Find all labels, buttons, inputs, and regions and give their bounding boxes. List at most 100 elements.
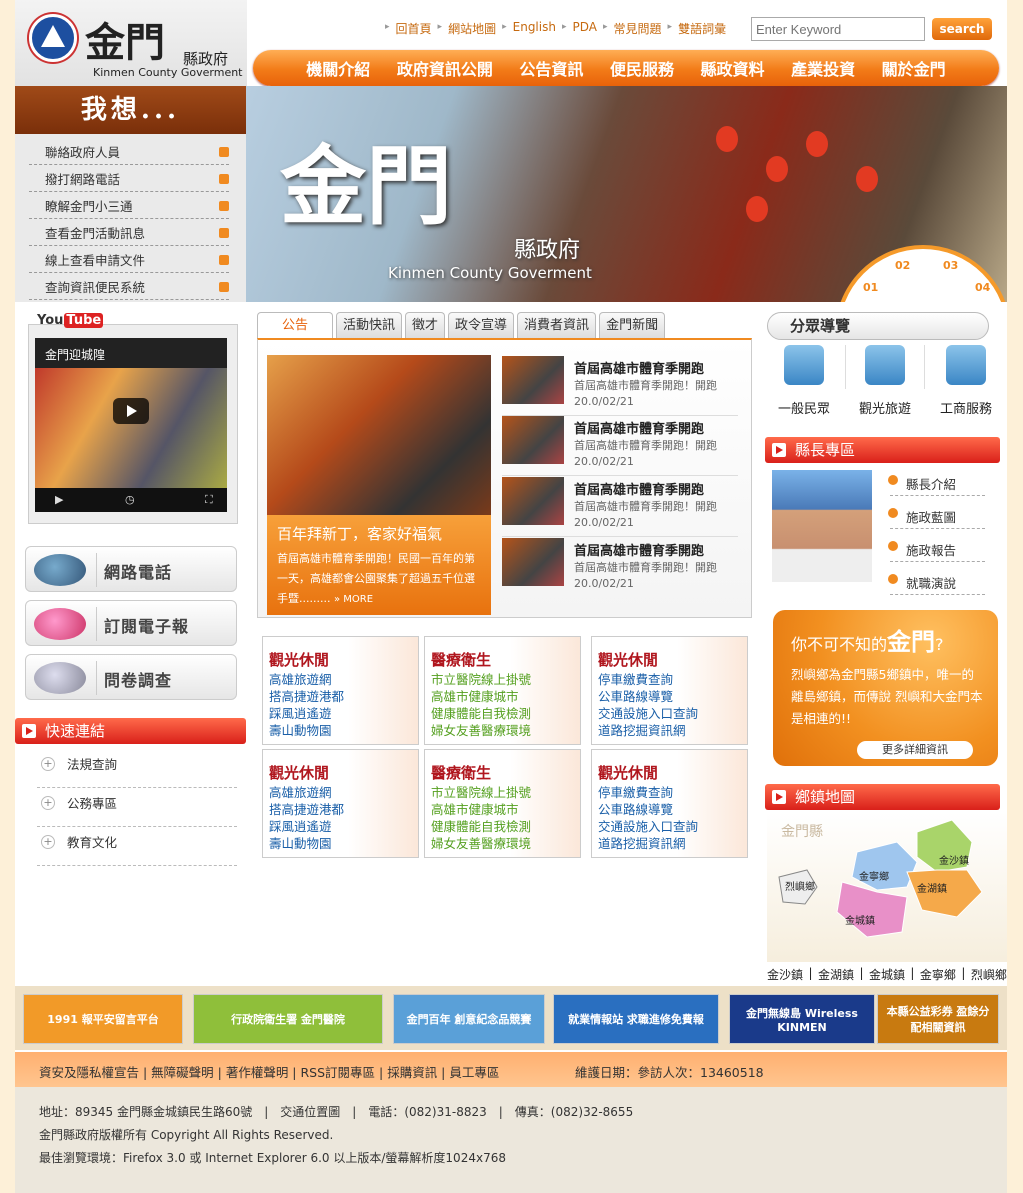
- tab-announce[interactable]: 公告: [257, 312, 333, 338]
- nav-item-agency[interactable]: 機關介紹: [306, 56, 370, 80]
- mayor-link[interactable]: 施政藍圖: [888, 505, 985, 529]
- guide-business[interactable]: 工商服務: [935, 345, 997, 419]
- county-emblem-icon: [29, 14, 77, 62]
- tab-kinmen-news[interactable]: 金門新聞: [599, 312, 666, 338]
- category-link[interactable]: 停車繳費查詢: [598, 784, 673, 801]
- toplink-english[interactable]: English: [513, 20, 556, 37]
- nav-item-county-data[interactable]: 縣政資料: [701, 56, 765, 80]
- toplink-home[interactable]: 回首頁: [396, 20, 432, 37]
- slide-3[interactable]: 03: [943, 259, 958, 272]
- feature-image[interactable]: [267, 355, 491, 515]
- town-link[interactable]: 金沙鎮: [767, 966, 803, 983]
- town-link[interactable]: 烈嶼鄉: [971, 966, 1007, 983]
- ad-banner[interactable]: 就業情報站 求職進修免費報: [553, 994, 719, 1044]
- mayor-link[interactable]: 施政報告: [888, 538, 985, 562]
- feature-title[interactable]: 百年拜新丁，客家好福氣: [277, 523, 442, 544]
- ad-banner[interactable]: 1991 報平安留言平台: [23, 994, 183, 1044]
- nav-item-investment[interactable]: 產業投資: [791, 56, 855, 80]
- footer-links[interactable]: 資安及隱私權宣告 | 無障礙聲明 | 著作權聲明 | RSS訂閱專區 | 採購資…: [39, 1062, 499, 1081]
- news-item[interactable]: 首屆高雄市體育季開跑 首屆高雄市體育季開跑！開跑 20.0/02/21: [502, 477, 738, 537]
- category-link[interactable]: 道路挖掘資訊網: [598, 722, 686, 739]
- search-button[interactable]: search: [932, 18, 992, 40]
- category-link[interactable]: 公車路線導覽: [598, 688, 673, 705]
- want-item[interactable]: 查詢資訊便民系統: [29, 273, 229, 300]
- want-item[interactable]: 撥打網路電話: [29, 165, 229, 192]
- tab-events[interactable]: 活動快訊: [336, 312, 403, 338]
- news-item[interactable]: 首屆高雄市體育季開跑 首屆高雄市體育季開跑！開跑 20.0/02/21: [502, 538, 738, 598]
- play-icon[interactable]: [113, 398, 149, 424]
- township-map[interactable]: 金門縣 烈嶼鄉 金寧鄉 金沙鎮 金湖鎮 金城鎮: [767, 812, 1007, 962]
- search-input[interactable]: [751, 17, 925, 41]
- survey-button[interactable]: 問卷調查: [25, 654, 237, 700]
- tab-policy[interactable]: 政令宣導: [448, 312, 515, 338]
- web-phone-button[interactable]: 網路電話: [25, 546, 237, 592]
- quick-link[interactable]: + 法規查詢: [37, 750, 237, 788]
- more-info-button[interactable]: 更多詳細資訊: [857, 741, 973, 759]
- category-link[interactable]: 高雄旅遊網: [269, 671, 332, 688]
- category-link[interactable]: 交通設施入口查詢: [598, 818, 698, 835]
- fullscreen-icon[interactable]: ⛶: [205, 493, 213, 507]
- nav-item-services[interactable]: 便民服務: [610, 56, 674, 80]
- category-link[interactable]: 高雄旅遊網: [269, 784, 332, 801]
- nav-item-about[interactable]: 關於金門: [882, 56, 946, 80]
- category-link[interactable]: 公車路線導覽: [598, 801, 673, 818]
- ad-banner[interactable]: 金門百年 創意紀念品競賽: [393, 994, 545, 1044]
- category-link[interactable]: 婦女友善醫療環境: [431, 722, 531, 739]
- category-link[interactable]: 壽山動物園: [269, 835, 332, 852]
- category-link[interactable]: 市立醫院線上掛號: [431, 784, 531, 801]
- slide-2[interactable]: 02: [895, 259, 910, 272]
- slide-1[interactable]: 01: [863, 281, 878, 294]
- guide-citizen[interactable]: 一般民眾: [773, 345, 835, 419]
- quick-link[interactable]: + 教育文化: [37, 828, 237, 866]
- guide-tourism[interactable]: 觀光旅遊: [854, 345, 916, 419]
- map-label-lieyu: 烈嶼鄉: [785, 880, 815, 893]
- category-link[interactable]: 踩風逍遙遊: [269, 818, 332, 835]
- want-item[interactable]: 查看金門活動訊息: [29, 219, 229, 246]
- toplink-sitemap[interactable]: 網站地圖: [448, 20, 496, 37]
- town-link[interactable]: 金寧鄉: [920, 966, 956, 983]
- town-link[interactable]: 金湖鎮: [818, 966, 854, 983]
- category-link[interactable]: 市立醫院線上掛號: [431, 671, 531, 688]
- more-link[interactable]: » MORE: [334, 594, 373, 605]
- site-logo[interactable]: 金門 縣政府 Kinmen County Goverment: [15, 0, 247, 86]
- category-link[interactable]: 健康體能自我檢測: [431, 818, 531, 835]
- ad-banner[interactable]: 金門無線島 Wireless KINMEN: [729, 994, 875, 1044]
- category-link[interactable]: 壽山動物園: [269, 722, 332, 739]
- news-item[interactable]: 首屆高雄市體育季開跑 首屆高雄市體育季開跑！開跑 20.0/02/21: [502, 416, 738, 476]
- category-link[interactable]: 健康體能自我檢測: [431, 705, 531, 722]
- want-item[interactable]: 聯絡政府人員: [29, 138, 229, 165]
- category-link[interactable]: 搭高捷遊港都: [269, 801, 344, 818]
- news-thumbnail: [502, 356, 564, 404]
- play-small-icon[interactable]: ▶: [55, 493, 63, 506]
- category-link[interactable]: 停車繳費查詢: [598, 671, 673, 688]
- nav-item-announcements[interactable]: 公告資訊: [519, 56, 583, 80]
- category-link[interactable]: 交通設施入口查詢: [598, 705, 698, 722]
- category-link[interactable]: 婦女友善醫療環境: [431, 835, 531, 852]
- category-link[interactable]: 道路挖掘資訊網: [598, 835, 686, 852]
- quick-link[interactable]: + 公務專區: [37, 789, 237, 827]
- tab-jobs[interactable]: 徵才: [405, 312, 446, 338]
- news-item[interactable]: 首屆高雄市體育季開跑 首屆高雄市體育季開跑！開跑 20.0/02/21: [502, 356, 738, 416]
- mayor-header: 縣長專區: [765, 437, 1000, 463]
- want-item[interactable]: 瞭解金門小三通: [29, 192, 229, 219]
- ad-banner[interactable]: 本縣公益彩券 盈餘分配相關資訊: [877, 994, 999, 1044]
- youtube-video[interactable]: 金門迎城隍 ▶ ◷ ⛶: [35, 338, 227, 512]
- toplink-glossary[interactable]: 雙語詞彙: [678, 20, 726, 37]
- want-item[interactable]: 線上查看申請文件: [29, 246, 229, 273]
- category-link[interactable]: 踩風逍遙遊: [269, 705, 332, 722]
- town-link[interactable]: 金城鎮: [869, 966, 905, 983]
- category-link[interactable]: 高雄市健康城市: [431, 801, 519, 818]
- nav-item-open-info[interactable]: 政府資訊公開: [397, 56, 493, 80]
- mayor-link[interactable]: 就職演說: [888, 571, 985, 595]
- category-link[interactable]: 高雄市健康城市: [431, 688, 519, 705]
- category-link[interactable]: 搭高捷遊港都: [269, 688, 344, 705]
- mayor-link[interactable]: 縣長介紹: [888, 472, 985, 496]
- ad-banner[interactable]: 行政院衛生署 金門醫院: [193, 994, 383, 1044]
- clock-icon[interactable]: ◷: [125, 493, 135, 506]
- toplink-pda[interactable]: PDA: [573, 20, 597, 37]
- subscribe-epaper-button[interactable]: 訂閱電子報: [25, 600, 237, 646]
- slide-4[interactable]: 04: [975, 281, 990, 294]
- category-title: 醫療衛生: [431, 651, 492, 669]
- toplink-faq[interactable]: 常見問題: [614, 20, 662, 37]
- tab-consumer[interactable]: 消費者資訊: [517, 312, 597, 338]
